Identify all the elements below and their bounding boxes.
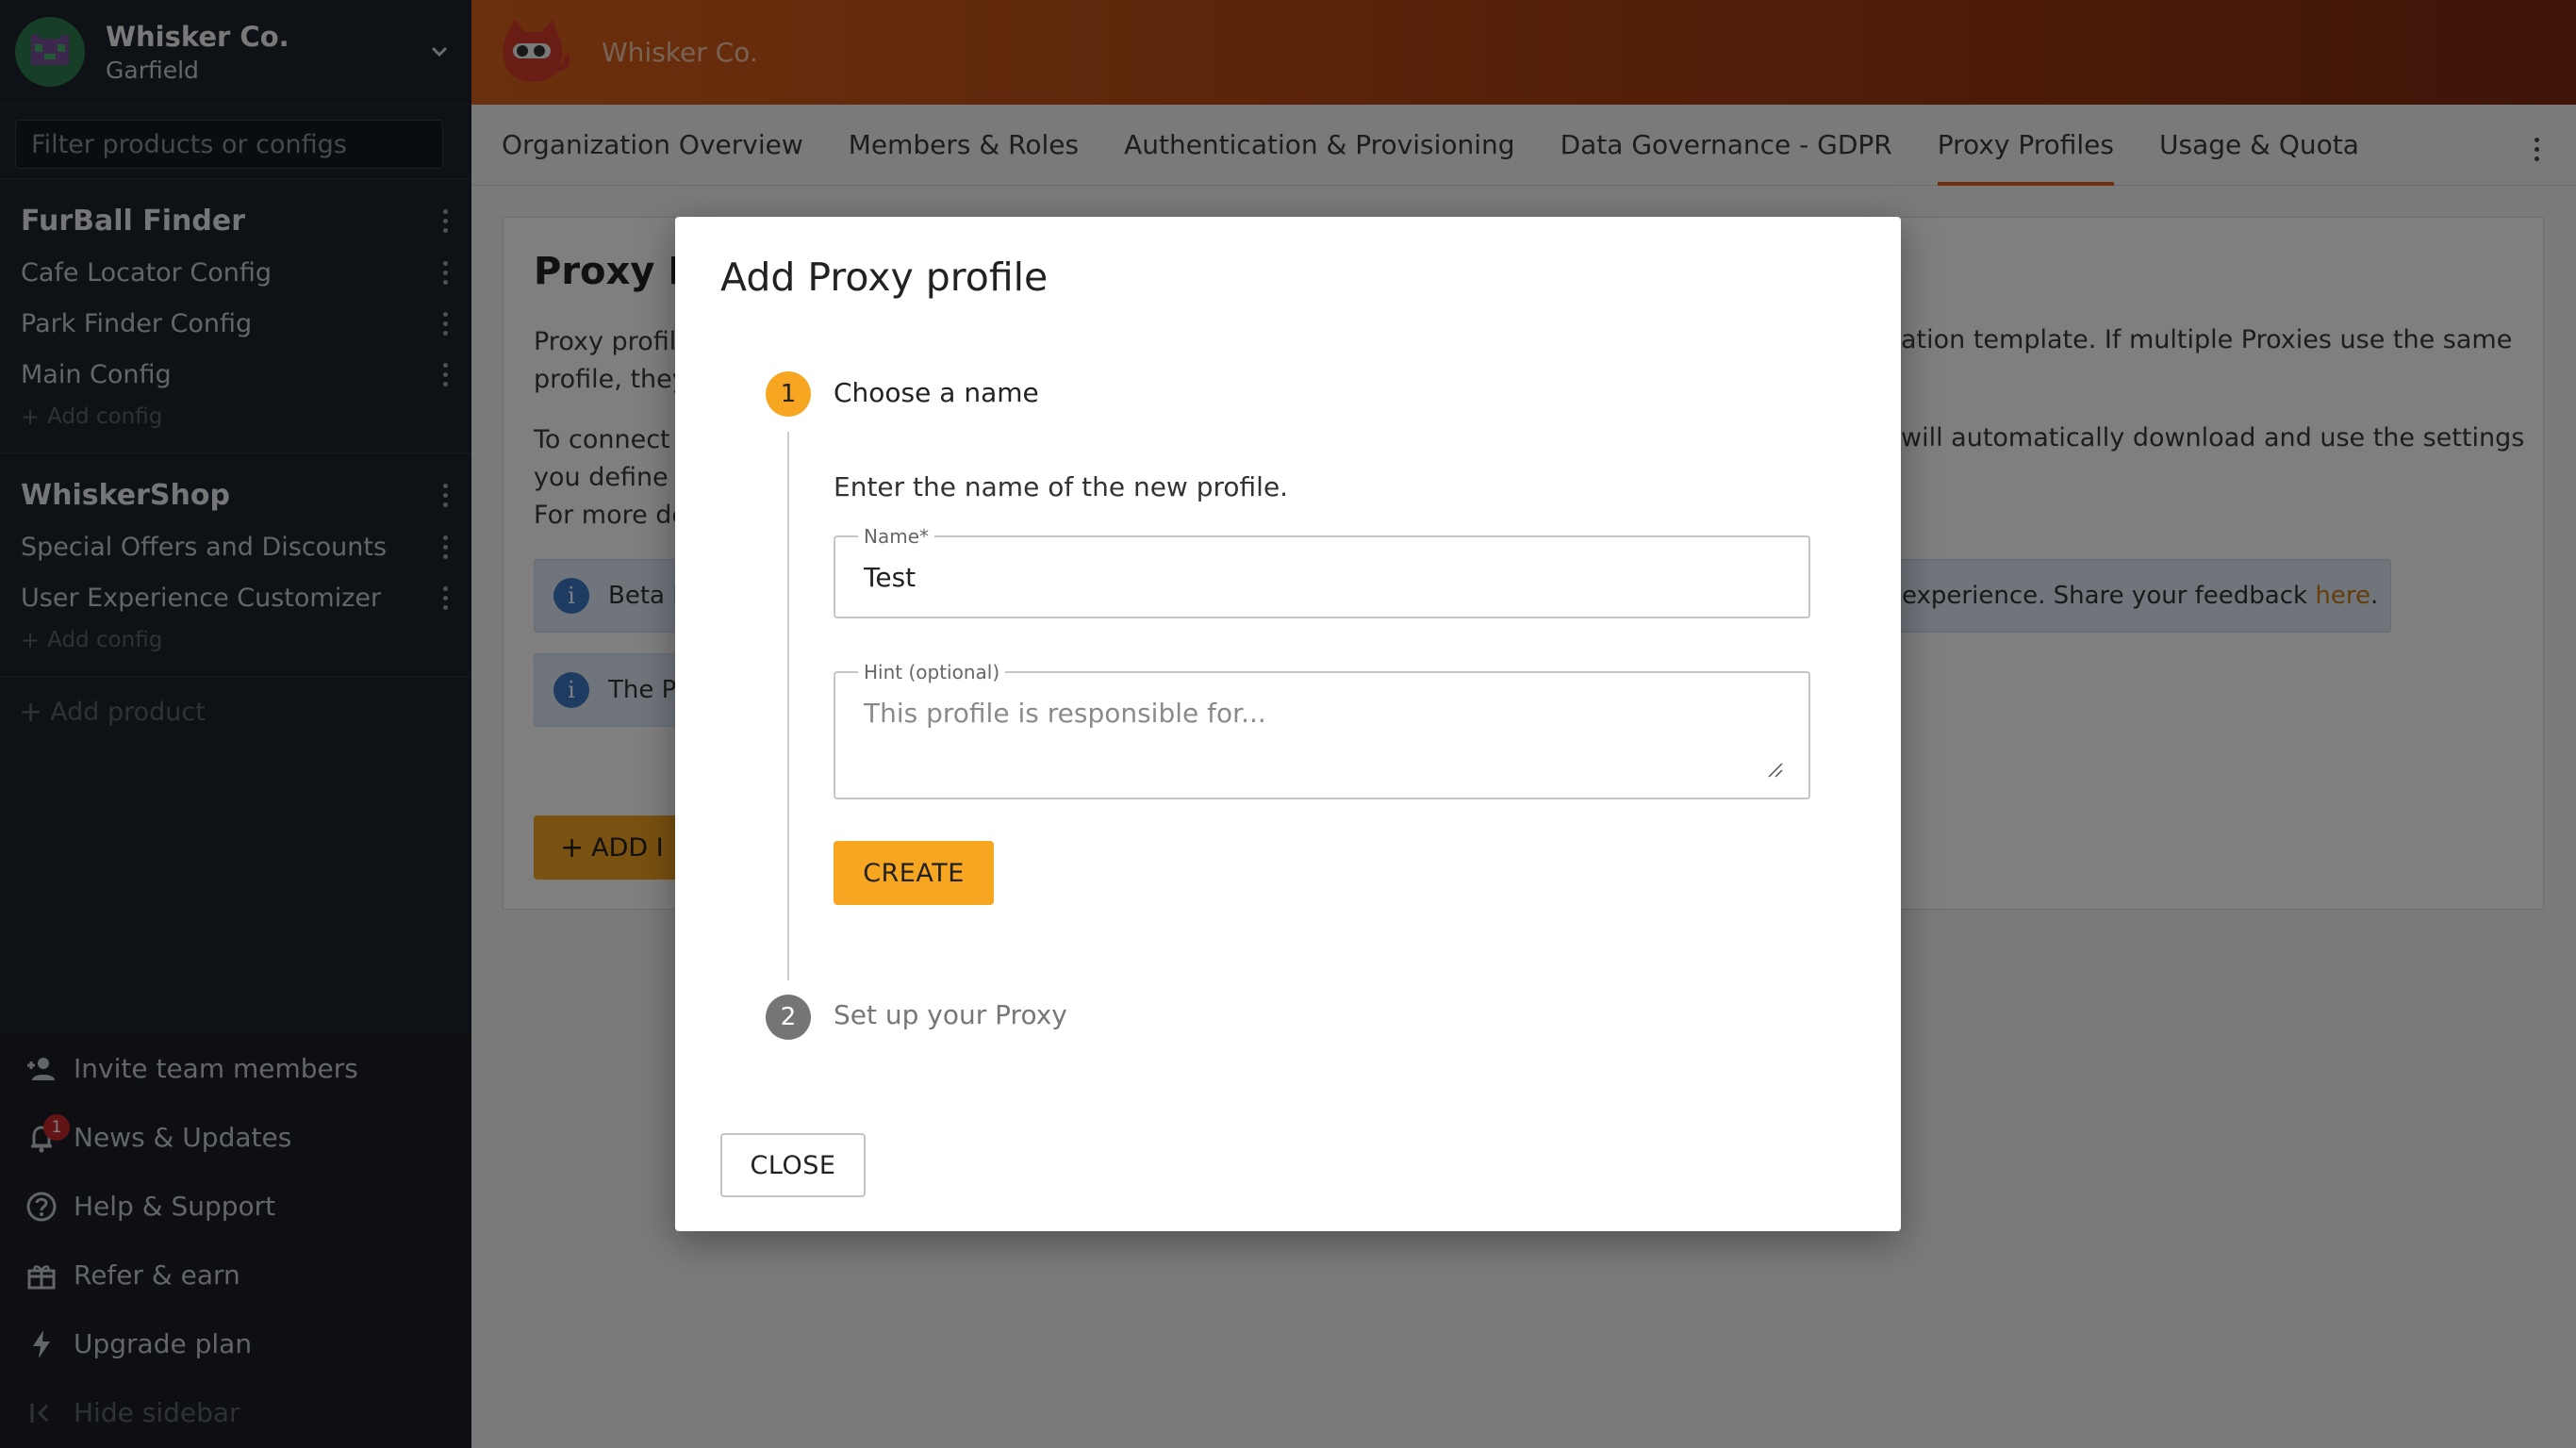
step-label-choose-name: Choose a name [834, 377, 1039, 408]
name-field-value[interactable]: Test [864, 562, 916, 593]
create-button[interactable]: CREATE [834, 841, 994, 905]
hint-field[interactable]: Hint (optional) This profile is responsi… [834, 661, 1810, 799]
add-proxy-profile-dialog: Add Proxy profile 1 Choose a name Enter … [675, 217, 1901, 1231]
step-number-1: 1 [766, 371, 811, 417]
dialog-title: Add Proxy profile [720, 255, 1049, 300]
name-field[interactable]: Name* Test [834, 525, 1810, 618]
step-number-2: 2 [766, 995, 811, 1040]
close-button[interactable]: CLOSE [720, 1133, 866, 1197]
name-field-label: Name* [858, 525, 935, 548]
resize-handle-icon[interactable] [1767, 762, 1784, 779]
hint-field-placeholder[interactable]: This profile is responsible for... [864, 698, 1266, 729]
hint-field-label: Hint (optional) [858, 661, 1006, 683]
step-connector [787, 432, 789, 980]
step-description: Enter the name of the new profile. [834, 471, 1289, 502]
step-label-setup-proxy: Set up your Proxy [834, 999, 1067, 1030]
